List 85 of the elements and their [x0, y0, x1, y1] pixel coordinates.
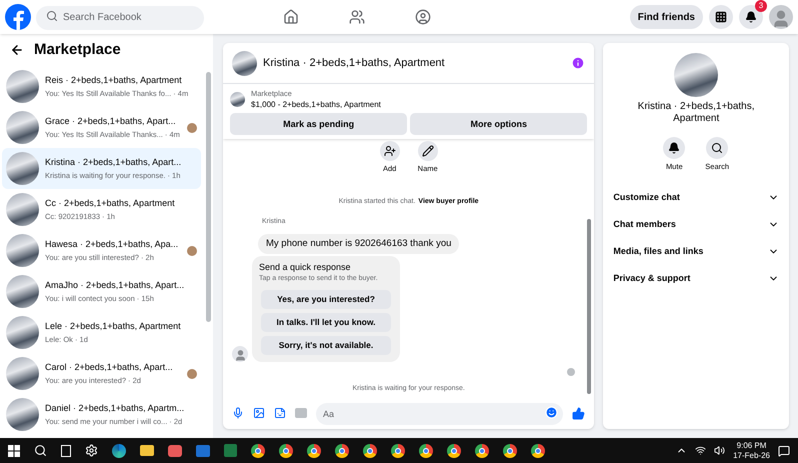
find-friends-button[interactable]: Find friends	[630, 5, 703, 29]
chrome-icon[interactable]	[363, 444, 377, 458]
chrome-icon[interactable]	[251, 444, 265, 458]
wifi-icon[interactable]	[695, 445, 706, 456]
message-bubble: My phone number is 9202646163 thank you	[258, 234, 460, 254]
details-section[interactable]: Chat members	[603, 211, 789, 238]
photo-placeholder	[6, 193, 39, 226]
info-icon[interactable]	[571, 56, 586, 70]
mute-button[interactable]	[663, 137, 686, 159]
profile-circle-icon[interactable]	[414, 9, 431, 25]
sidebar-title: Marketplace	[34, 40, 121, 60]
notification-count: 3	[755, 0, 767, 12]
quick-response-option[interactable]: Sorry, it's not available.	[261, 336, 391, 355]
chrome-icon[interactable]	[447, 444, 461, 458]
bell-icon	[668, 142, 680, 154]
account-avatar-button[interactable]	[769, 5, 793, 29]
sticker-icon[interactable]	[274, 407, 286, 419]
search-icon	[711, 142, 724, 154]
taskbar-date: 17-Feb-26	[733, 450, 770, 460]
bell-icon	[745, 11, 757, 23]
conversation-name: Grace · 2+beds,1+baths, Apart...	[45, 115, 177, 128]
chrome-icon[interactable]	[335, 444, 349, 458]
search-icon	[46, 10, 58, 22]
photo-placeholder	[232, 50, 257, 76]
windows-start-icon[interactable]	[8, 444, 20, 456]
listing-action-button[interactable]: More options	[410, 113, 588, 136]
photo-placeholder	[6, 357, 39, 390]
chrome-icon[interactable]	[391, 444, 405, 458]
photo-placeholder	[674, 53, 718, 97]
photo-placeholder	[230, 92, 245, 108]
grid-icon	[715, 11, 727, 23]
search-field[interactable]: Search Facebook	[36, 6, 204, 30]
chat-title: Kristina · 2+beds,1+baths, Apartment	[263, 56, 446, 71]
search-button[interactable]	[706, 137, 728, 159]
chrome-icon[interactable]	[279, 444, 293, 458]
photo-placeholder	[6, 152, 39, 185]
search-icon[interactable]	[34, 444, 47, 457]
conversation-name: AmaJho · 2+beds,1+baths, Apart...	[45, 279, 181, 292]
pencil-icon	[422, 145, 434, 158]
add-person-icon	[384, 145, 396, 158]
chrome-icon[interactable]	[503, 444, 517, 458]
browser-icon[interactable]	[112, 444, 126, 458]
home-icon[interactable]	[282, 9, 299, 25]
add-action-button[interactable]	[380, 141, 400, 162]
sender-avatar-icon	[232, 346, 248, 362]
read-receipt-icon	[567, 368, 576, 376]
listing-action-button[interactable]: Mark as pending	[230, 113, 408, 136]
chrome-icon[interactable]	[419, 444, 433, 458]
quick-response-option[interactable]: In talks. I'll let you know.	[261, 312, 391, 332]
photo-icon[interactable]	[253, 407, 265, 419]
task-view-icon[interactable]	[61, 444, 71, 456]
taskbar-time: 9:06 PM	[736, 440, 766, 450]
name-action-button[interactable]	[418, 141, 438, 162]
photo-placeholder	[6, 275, 39, 308]
conversation-name: Cc · 2+beds,1+baths, Apartment	[45, 197, 176, 210]
conversation-name: Hawesa · 2+beds,1+baths, Apa...	[45, 238, 180, 252]
menu-button[interactable]	[709, 5, 733, 29]
like-icon[interactable]	[572, 406, 586, 420]
details-title: Kristina · 2+beds,1+baths, Apartment	[636, 101, 756, 125]
conversation-name: Reis · 2+beds,1+baths, Apartment	[45, 74, 181, 88]
details-section[interactable]: Privacy & support	[603, 265, 789, 292]
microphone-icon[interactable]	[232, 407, 244, 419]
chrome-icon[interactable]	[475, 444, 489, 458]
details-section[interactable]: Media, files and links	[603, 238, 789, 266]
details-section[interactable]: Customize chat	[603, 184, 789, 212]
conversation-name: Lele · 2+beds,1+baths, Apartment	[45, 320, 181, 334]
photo-placeholder	[6, 111, 39, 144]
photo-placeholder	[6, 398, 39, 431]
message-field[interactable]: Aa	[316, 403, 564, 425]
settings-icon[interactable]	[85, 444, 98, 457]
chrome-icon[interactable]	[531, 444, 545, 458]
friends-icon[interactable]	[348, 9, 365, 25]
notifications-icon[interactable]	[778, 444, 790, 456]
photo-placeholder	[6, 70, 39, 103]
conversation-name: Kristina · 2+beds,1+baths, Apart...	[45, 156, 181, 170]
quick-response-title: Send a quick response	[259, 260, 352, 274]
conversation-name: Carol · 2+beds,1+baths, Apart...	[45, 361, 174, 374]
listing-title: $1,000 - 2+beds,1+baths, Apartment	[251, 99, 381, 112]
photo-placeholder	[6, 234, 39, 267]
photo-placeholder	[6, 316, 39, 349]
conversation-name: Daniel · 2+beds,1+baths, Apartm...	[45, 402, 181, 416]
quick-response-option[interactable]: Yes, are you interested?	[261, 290, 391, 309]
chrome-icon[interactable]	[307, 444, 321, 458]
volume-icon[interactable]	[714, 445, 726, 456]
facebook-logo-icon[interactable]	[5, 4, 31, 30]
